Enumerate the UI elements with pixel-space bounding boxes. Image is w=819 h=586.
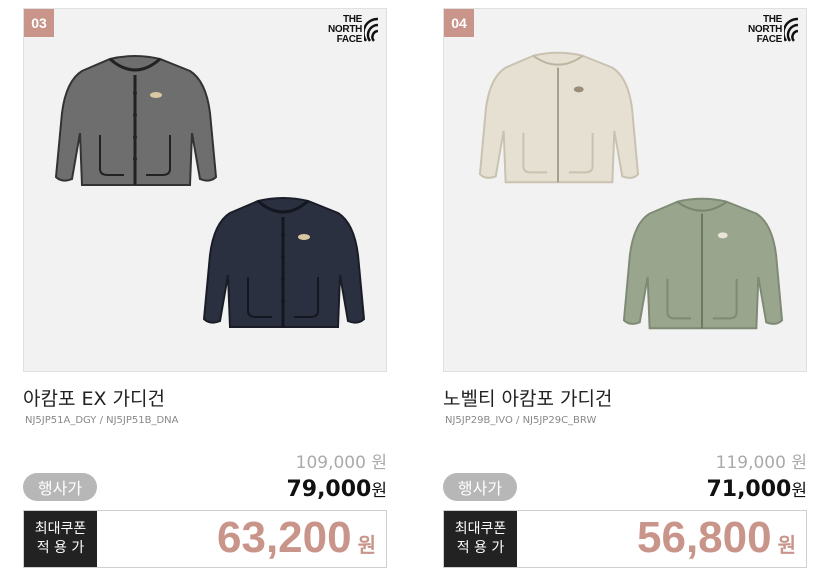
- coupon-price-bar: 최대쿠폰 적 용 가 63,200 원: [23, 510, 387, 568]
- rank-badge: 04: [444, 9, 474, 37]
- sale-price-currency: 원: [791, 481, 807, 501]
- product-image[interactable]: 04 THE NORTH FACE: [443, 8, 807, 372]
- original-price: 119,000 원: [716, 448, 807, 473]
- sale-price-currency: 원: [371, 481, 387, 501]
- north-face-arc-icon: [784, 17, 799, 42]
- coupon-price-currency: 원: [777, 533, 796, 557]
- product-card-03[interactable]: 03 THE NORTH FACE 아캄포 EX 가디건 NJ5JP51A_DG…: [23, 8, 387, 578]
- product-card-04[interactable]: 04 THE NORTH FACE 노벨티 아캄포 가디건 NJ5JP29B_I…: [443, 8, 807, 578]
- product-name[interactable]: 아캄포 EX 가디건: [23, 384, 165, 411]
- rank-badge: 03: [24, 9, 54, 37]
- sale-label-badge: 행사가: [443, 473, 517, 501]
- coupon-price-bar: 최대쿠폰 적 용 가 56,800 원: [443, 510, 807, 568]
- original-price-value: 109,000: [295, 453, 366, 473]
- coupon-price: 63,200 원: [217, 513, 376, 563]
- product-image[interactable]: 03 THE NORTH FACE: [23, 8, 387, 372]
- gray-cardigan-image: [54, 55, 218, 186]
- north-face-logo-icon: THE NORTH FACE: [328, 15, 380, 49]
- ivory-cardigan-image: [478, 51, 640, 184]
- north-face-logo-icon: THE NORTH FACE: [748, 15, 800, 49]
- coupon-price-currency: 원: [357, 533, 376, 557]
- coupon-label-line2: 적 용 가: [456, 540, 505, 556]
- coupon-price: 56,800 원: [637, 513, 796, 563]
- original-price-currency: 원: [371, 453, 387, 473]
- sage-cardigan-image: [622, 197, 784, 330]
- original-price-value: 119,000: [715, 453, 786, 473]
- brand-logo-text: THE NORTH FACE: [748, 14, 783, 45]
- product-code: NJ5JP51A_DGY / NJ5JP51B_DNA: [25, 415, 179, 426]
- north-face-arc-icon: [364, 17, 379, 42]
- sale-price-value: 79,000: [286, 477, 372, 502]
- coupon-label-line1: 최대쿠폰: [34, 521, 87, 537]
- coupon-price-value: 63,200: [217, 513, 352, 562]
- coupon-label: 최대쿠폰 적 용 가: [24, 511, 97, 567]
- navy-cardigan-image: [202, 197, 366, 328]
- sale-price: 79,000원: [286, 476, 387, 502]
- sale-price: 71,000원: [706, 476, 807, 502]
- product-name[interactable]: 노벨티 아캄포 가디건: [443, 384, 612, 411]
- coupon-price-value: 56,800: [637, 513, 772, 562]
- coupon-label-line2: 적 용 가: [36, 540, 85, 556]
- coupon-label: 최대쿠폰 적 용 가: [444, 511, 517, 567]
- original-price-currency: 원: [791, 453, 807, 473]
- brand-logo-text: THE NORTH FACE: [328, 14, 363, 45]
- original-price: 109,000 원: [296, 448, 387, 473]
- product-code: NJ5JP29B_IVO / NJ5JP29C_BRW: [445, 415, 597, 426]
- sale-label-badge: 행사가: [23, 473, 97, 501]
- sale-price-value: 71,000: [706, 477, 792, 502]
- coupon-label-line1: 최대쿠폰: [454, 521, 507, 537]
